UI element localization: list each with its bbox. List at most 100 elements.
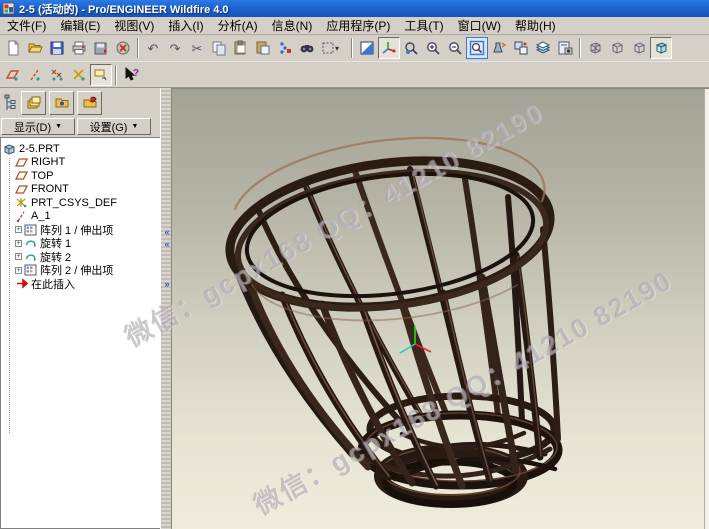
save-button[interactable]: [46, 37, 68, 59]
reorient-icon: [491, 40, 507, 56]
expand-icon[interactable]: +: [15, 240, 22, 247]
menu-insert[interactable]: 插入(I): [161, 16, 210, 35]
tree-row-pattern1[interactable]: + 阵列 1 / 伸出项: [3, 223, 160, 237]
orient-mode-icon: [403, 40, 419, 56]
select-button[interactable]: ▾: [318, 37, 348, 59]
folder-browser-tab[interactable]: [49, 91, 74, 115]
datum-point-toggle[interactable]: [46, 64, 68, 86]
redo-icon: ↷: [170, 42, 181, 55]
pattern-icon: [24, 264, 37, 276]
panel-splitter[interactable]: « « »: [160, 88, 172, 529]
print-button[interactable]: [68, 37, 90, 59]
new-button[interactable]: [2, 37, 24, 59]
repaint-button[interactable]: [356, 37, 378, 59]
open-button[interactable]: [24, 37, 46, 59]
saved-views-icon: [513, 40, 529, 56]
tree-row-insert-here[interactable]: 在此插入: [3, 277, 160, 291]
datum-plane-toggle-icon: [5, 67, 21, 83]
open-icon: [27, 40, 43, 56]
spin-center-button[interactable]: [378, 37, 400, 59]
model-tree-tab[interactable]: [1, 90, 18, 116]
layers-tab[interactable]: [21, 91, 46, 115]
view-manager-icon: [557, 40, 573, 56]
tree-item-label: PRT_CSYS_DEF: [28, 197, 117, 209]
menu-window[interactable]: 窗口(W): [451, 16, 508, 35]
graphics-viewport[interactable]: [172, 88, 709, 529]
layers-button[interactable]: [532, 37, 554, 59]
title-bar[interactable]: 2-5 (活动的) - Pro/ENGINEER Wildfire 4.0: [0, 0, 709, 17]
menu-tools[interactable]: 工具(T): [397, 16, 450, 35]
context-help-button[interactable]: ?: [120, 64, 142, 86]
paste-special-button[interactable]: [252, 37, 274, 59]
datum-axis-toggle[interactable]: [24, 64, 46, 86]
save-icon: [49, 40, 65, 56]
tree-guide-line: [9, 158, 10, 433]
hidden-line-icon: [609, 40, 625, 56]
settings-button[interactable]: 设置(G) ▼: [77, 118, 151, 135]
shaded-button[interactable]: [650, 37, 672, 59]
menu-help[interactable]: 帮助(H): [508, 16, 563, 35]
menu-view[interactable]: 视图(V): [107, 16, 161, 35]
repaint-icon: [359, 40, 375, 56]
no-hidden-button[interactable]: [628, 37, 650, 59]
tree-row-revolve1[interactable]: + 旋转 1: [3, 237, 160, 251]
expand-icon[interactable]: +: [15, 267, 22, 274]
cut-button[interactable]: ✂: [186, 37, 208, 59]
annotation-toggle[interactable]: [90, 64, 112, 86]
select-icon: [321, 41, 335, 55]
copy-button[interactable]: [208, 37, 230, 59]
menu-edit[interactable]: 编辑(E): [53, 16, 107, 35]
regenerate-button[interactable]: [274, 37, 296, 59]
main-area: 显示(D) ▼ 设置(G) ▼ 2-5.PRT: [0, 88, 709, 529]
menu-applications[interactable]: 应用程序(P): [319, 16, 397, 35]
spin-center-icon: [381, 40, 397, 56]
select-dropdown-icon[interactable]: ▾: [335, 44, 345, 53]
redo-button[interactable]: ↷: [164, 37, 186, 59]
tree-row-pattern2[interactable]: + 阵列 2 / 伸出项: [3, 264, 160, 278]
datum-point-toggle-icon: [49, 67, 65, 83]
csys-icon: [15, 197, 28, 208]
orient-mode-button[interactable]: [400, 37, 422, 59]
tree-row-csys[interactable]: PRT_CSYS_DEF: [3, 196, 160, 210]
basket-model[interactable]: [172, 89, 709, 529]
layers-icon: [535, 40, 551, 56]
tree-row-right[interactable]: RIGHT: [3, 156, 160, 170]
zoom-out-icon: [447, 40, 463, 56]
saved-views-button[interactable]: [510, 37, 532, 59]
model-tree[interactable]: 2-5.PRT RIGHT TOP: [0, 137, 160, 529]
menu-info[interactable]: 信息(N): [265, 16, 320, 35]
tree-row-part[interactable]: 2-5.PRT: [3, 142, 160, 156]
show-button[interactable]: 显示(D) ▼: [1, 118, 75, 135]
datum-csys-toggle[interactable]: [68, 64, 90, 86]
favorites-tab[interactable]: [77, 91, 102, 115]
menu-file[interactable]: 文件(F): [0, 16, 53, 35]
refit-icon: [469, 40, 485, 56]
tree-row-top[interactable]: TOP: [3, 169, 160, 183]
erase-icon: [115, 40, 131, 56]
expand-icon[interactable]: +: [15, 253, 22, 260]
paste-button[interactable]: [230, 37, 252, 59]
refit-button[interactable]: [466, 37, 488, 59]
zoom-out-button[interactable]: [444, 37, 466, 59]
datum-plane-toggle[interactable]: [2, 64, 24, 86]
viewport-right-edge: [704, 89, 709, 529]
tree-row-front[interactable]: FRONT: [3, 183, 160, 197]
erase-button[interactable]: [112, 37, 134, 59]
window-title: 2-5 (活动的) - Pro/ENGINEER Wildfire 4.0: [19, 1, 229, 17]
toolbar-separator: [579, 38, 581, 58]
zoom-in-button[interactable]: [422, 37, 444, 59]
find-button[interactable]: [296, 37, 318, 59]
expand-icon[interactable]: +: [15, 226, 22, 233]
context-help-icon: ?: [123, 67, 139, 83]
save-copy-button[interactable]: [90, 37, 112, 59]
find-icon: [299, 40, 315, 56]
view-manager-button[interactable]: [554, 37, 576, 59]
toolbar-separator: [351, 38, 353, 58]
wireframe-button[interactable]: [584, 37, 606, 59]
hidden-line-button[interactable]: [606, 37, 628, 59]
reorient-button[interactable]: [488, 37, 510, 59]
tree-item-label: A_1: [28, 210, 51, 222]
pattern-icon: [24, 224, 37, 236]
menu-analysis[interactable]: 分析(A): [211, 16, 265, 35]
undo-button[interactable]: ↶: [142, 37, 164, 59]
